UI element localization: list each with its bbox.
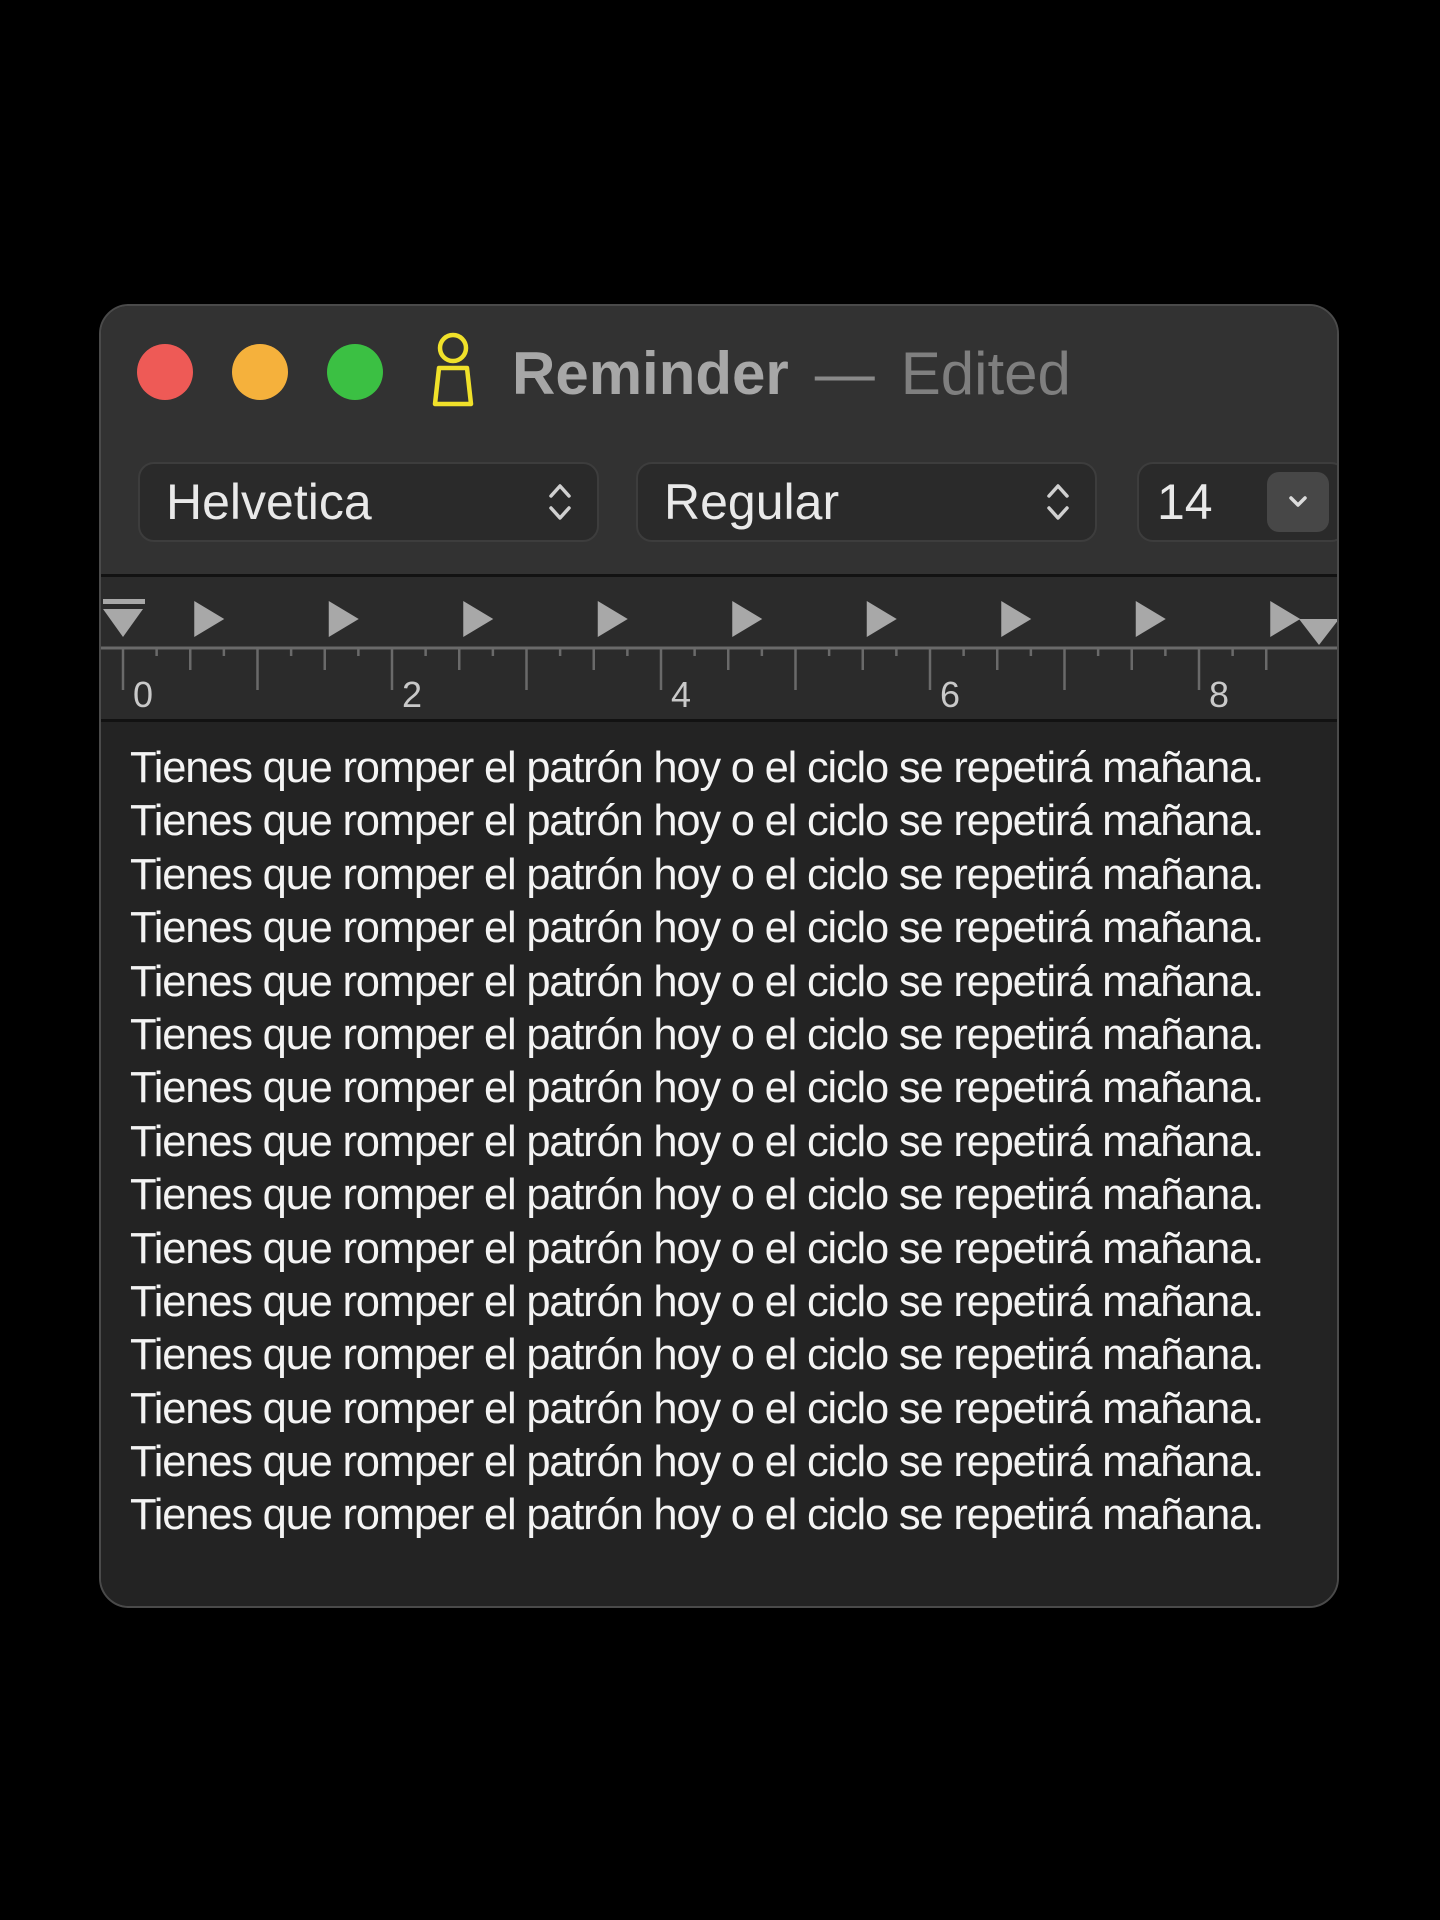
ruler-scale[interactable]: 0 2 4 6 8 (101, 577, 1339, 725)
text-line[interactable]: Tienes que romper el patrón hoy o el cic… (130, 849, 1320, 902)
chevron-down-icon (1289, 496, 1307, 507)
ruler-label: 8 (1209, 674, 1229, 715)
document-text[interactable]: Tienes que romper el patrón hoy o el cic… (130, 742, 1320, 1543)
text-line[interactable]: Tienes que romper el patrón hoy o el cic… (130, 1276, 1320, 1329)
text-line[interactable]: Tienes que romper el patrón hoy o el cic… (130, 1383, 1320, 1436)
font-family-popup[interactable]: Helvetica (138, 462, 599, 542)
zoom-button[interactable] (327, 344, 383, 400)
text-line[interactable]: Tienes que romper el patrón hoy o el cic… (130, 1329, 1320, 1382)
right-margin-marker (1299, 619, 1337, 645)
tab-stop-marker (463, 601, 494, 637)
title-separator: — (814, 340, 875, 407)
tab-stop-marker (1135, 601, 1166, 637)
document-name: Reminder (512, 340, 789, 407)
font-style-value: Regular (664, 474, 840, 530)
text-line[interactable]: Tienes que romper el patrón hoy o el cic… (130, 1169, 1320, 1222)
document-text-area[interactable]: Tienes que romper el patrón hoy o el cic… (101, 722, 1337, 1606)
close-button[interactable] (137, 344, 193, 400)
text-line[interactable]: Tienes que romper el patrón hoy o el cic… (130, 1062, 1320, 1115)
text-line[interactable]: Tienes que romper el patrón hoy o el cic… (130, 902, 1320, 955)
font-family-value: Helvetica (166, 474, 372, 530)
tab-stop-marker (1001, 601, 1032, 637)
left-indent-marker (103, 609, 143, 637)
text-line[interactable]: Tienes que romper el patrón hoy o el cic… (130, 795, 1320, 848)
minimize-button[interactable] (232, 344, 288, 400)
text-line[interactable]: Tienes que romper el patrón hoy o el cic… (130, 956, 1320, 1009)
font-size-value[interactable]: 14 (1157, 464, 1213, 540)
tab-stop-marker (1270, 601, 1301, 637)
font-size-combobox[interactable]: 14 (1137, 462, 1337, 542)
document-person-icon[interactable] (431, 328, 475, 410)
ruler-label: 0 (133, 674, 153, 715)
text-line[interactable]: Tienes que romper el patrón hoy o el cic… (130, 742, 1320, 795)
up-down-chevron-icon (549, 484, 571, 520)
font-style-popup[interactable]: Regular (636, 462, 1097, 542)
text-line[interactable]: Tienes que romper el patrón hoy o el cic… (130, 1116, 1320, 1169)
ruler-label: 6 (940, 674, 960, 715)
tab-stop-marker (732, 601, 763, 637)
edited-status: Edited (900, 340, 1071, 407)
text-line[interactable]: Tienes que romper el patrón hoy o el cic… (130, 1223, 1320, 1276)
up-down-chevron-icon (1047, 484, 1069, 520)
title-bar[interactable]: Reminder — Edited Helvetica Regular 14 (101, 306, 1337, 574)
window-title: Reminder — Edited (512, 334, 1071, 414)
tab-stop-marker (597, 601, 628, 637)
ruler-label: 4 (671, 674, 691, 715)
tab-stop-marker (328, 601, 359, 637)
tab-stop-marker (194, 601, 225, 637)
text-line[interactable]: Tienes que romper el patrón hoy o el cic… (130, 1436, 1320, 1489)
text-line[interactable]: Tienes que romper el patrón hoy o el cic… (130, 1009, 1320, 1062)
font-size-dropdown-button[interactable] (1267, 472, 1329, 532)
tab-stop-marker (866, 601, 897, 637)
ruler-label: 2 (402, 674, 422, 715)
first-line-indent-marker (103, 599, 145, 604)
text-editor-window: Reminder — Edited Helvetica Regular 14 0… (99, 304, 1339, 1608)
ruler[interactable]: 0 2 4 6 8 (101, 574, 1337, 722)
text-line[interactable]: Tienes que romper el patrón hoy o el cic… (130, 1489, 1320, 1542)
